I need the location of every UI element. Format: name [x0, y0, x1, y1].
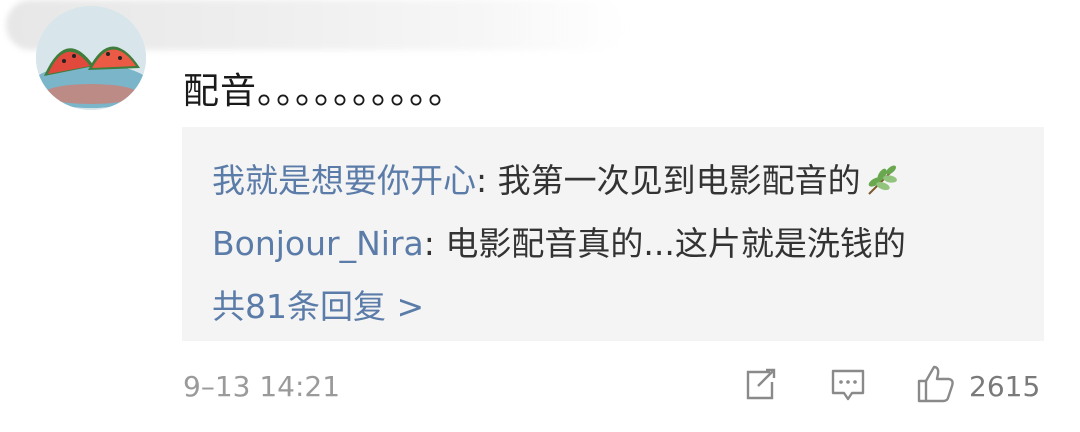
- more-replies-link[interactable]: 共81条回复 >: [212, 280, 424, 328]
- comment-item: 配音。。。。。。。。。。 我就是想要你开心: 我第一次见到电影配音的 Bonjo…: [0, 0, 1080, 432]
- reply-username[interactable]: Bonjour_Nira: [212, 224, 424, 263]
- share-edit-icon: [740, 364, 780, 408]
- reply-text: 电影配音真的...这片就是洗钱的: [445, 224, 906, 263]
- reply-separator: :: [476, 161, 498, 200]
- share-button[interactable]: [740, 366, 780, 406]
- like-count: 2615: [969, 369, 1041, 403]
- reply-separator: :: [423, 224, 446, 263]
- reply-username[interactable]: 我就是想要你开心: [212, 161, 476, 200]
- comment-body: 配音。。。。。。。。。。: [183, 71, 466, 112]
- leaf-emoji-icon: [865, 164, 899, 204]
- comment-button[interactable]: [828, 366, 868, 406]
- reply-preview-box[interactable]: 我就是想要你开心: 我第一次见到电影配音的 Bonjour_Nira: 电影配音…: [182, 127, 1044, 341]
- thumbs-up-icon: [915, 363, 957, 409]
- avatar[interactable]: [36, 6, 146, 110]
- reply-text: 我第一次见到电影配音的: [497, 161, 861, 200]
- reply-item[interactable]: 我就是想要你开心: 我第一次见到电影配音的: [212, 154, 899, 204]
- comment-timestamp: 9–13 14:21: [183, 370, 341, 403]
- comment-icon: [828, 364, 868, 408]
- reply-item[interactable]: Bonjour_Nira: 电影配音真的...这片就是洗钱的: [212, 217, 906, 265]
- like-button[interactable]: 2615: [915, 363, 1041, 409]
